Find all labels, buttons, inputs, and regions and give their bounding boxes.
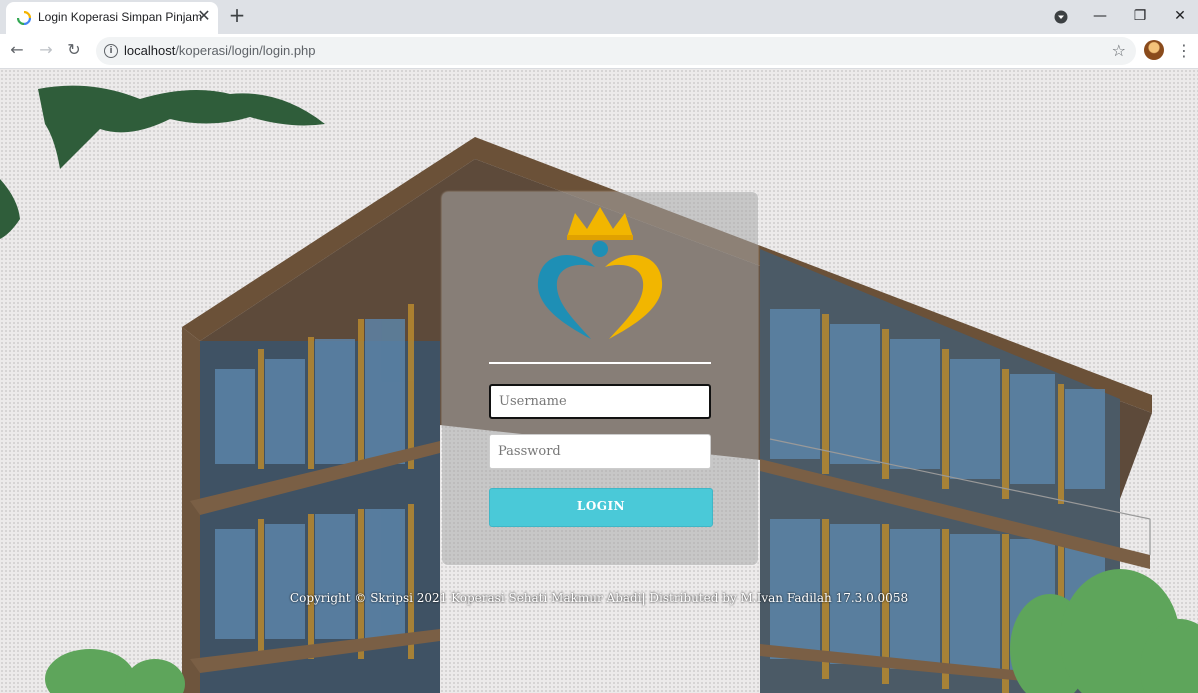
browser-tab[interactable]: Login Koperasi Simpan Pinjam ✕: [6, 2, 218, 34]
page-background: LOGIN Copyright © Skripsi 2021 Koperasi …: [0, 69, 1198, 693]
tab-title: Login Koperasi Simpan Pinjam: [38, 10, 203, 24]
info-icon[interactable]: i: [104, 44, 118, 58]
password-input[interactable]: [489, 434, 711, 469]
close-window-button[interactable]: ✕: [1170, 6, 1190, 26]
plus-icon[interactable]: +: [228, 5, 246, 25]
url-path: /koperasi/login/login.php: [175, 43, 316, 58]
three-dots-icon[interactable]: ⋮: [1176, 40, 1192, 62]
url-host: localhost: [124, 43, 176, 58]
star-icon[interactable]: ☆: [1112, 41, 1126, 60]
reload-icon[interactable]: ↻: [63, 39, 85, 61]
profile-dropdown-icon[interactable]: [1054, 10, 1068, 24]
url-text[interactable]: localhost/koperasi/login/login.php: [124, 43, 316, 58]
loading-favicon-icon: [17, 11, 31, 25]
forward-arrow-icon[interactable]: →: [35, 39, 57, 61]
login-button[interactable]: LOGIN: [489, 488, 713, 527]
tab-strip: Login Koperasi Simpan Pinjam ✕ + — ❐ ✕: [0, 0, 1198, 34]
minimize-button[interactable]: —: [1090, 6, 1110, 26]
heart-crown-logo-icon: [537, 207, 663, 339]
restore-button[interactable]: ❐: [1130, 6, 1150, 26]
browser-toolbar: ← → ↻ i localhost/koperasi/login/login.p…: [0, 34, 1198, 69]
login-card: LOGIN: [442, 192, 758, 565]
close-icon[interactable]: ✕: [196, 8, 212, 24]
back-arrow-icon[interactable]: ←: [6, 39, 28, 61]
avatar[interactable]: [1144, 40, 1164, 60]
logo-divider: [489, 362, 711, 364]
address-bar[interactable]: i localhost/koperasi/login/login.php ☆: [96, 37, 1136, 65]
copyright-text: Copyright © Skripsi 2021 Koperasi Sehati…: [289, 591, 909, 605]
username-input[interactable]: [489, 384, 711, 419]
